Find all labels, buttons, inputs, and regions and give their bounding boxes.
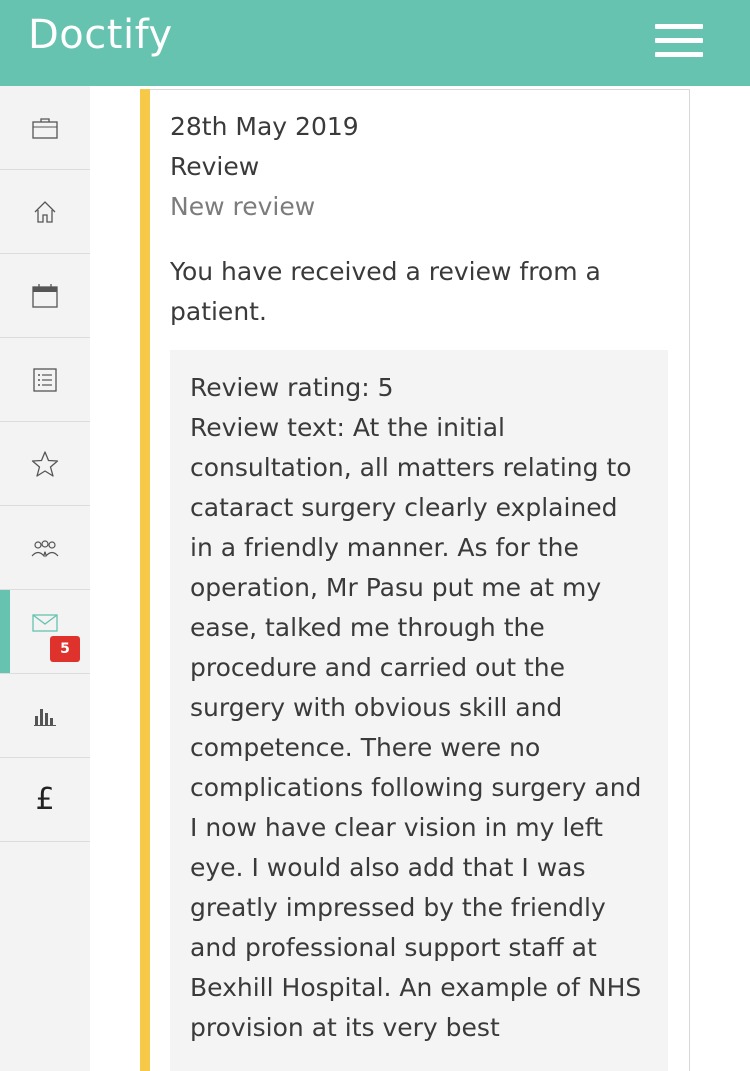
- top-bar: Doctify: [0, 0, 750, 86]
- pound-icon: £: [35, 782, 55, 817]
- sidebar-item-briefcase[interactable]: [0, 86, 90, 170]
- review-text: Review text: At the initial consultation…: [190, 413, 642, 1042]
- review-box: Review rating: 5 Review text: At the ini…: [170, 350, 668, 1071]
- home-icon: [34, 200, 56, 223]
- briefcase-icon: [32, 117, 58, 139]
- people-icon: [31, 539, 59, 557]
- unread-badge: 5: [50, 636, 80, 662]
- sidebar-nav: 5 £: [0, 86, 90, 1071]
- notification-message: You have received a review from a patien…: [170, 257, 601, 326]
- bar-chart-icon: [34, 708, 56, 726]
- sidebar-item-messages[interactable]: 5: [0, 590, 90, 674]
- review-rating: Review rating: 5: [190, 373, 394, 402]
- sidebar-item-reviews[interactable]: [0, 422, 90, 506]
- doctify-logo[interactable]: Doctify: [28, 12, 173, 58]
- sidebar-item-list[interactable]: [0, 338, 90, 422]
- notification-subtype: New review: [170, 192, 316, 221]
- sidebar-item-people[interactable]: [0, 506, 90, 590]
- sidebar-item-home[interactable]: [0, 170, 90, 254]
- sidebar-item-billing[interactable]: £: [0, 758, 90, 842]
- mail-icon: [32, 613, 58, 632]
- notification-date: 28th May 2019: [170, 112, 359, 141]
- card-accent-bar: [140, 89, 150, 1071]
- sidebar-item-analytics[interactable]: [0, 674, 90, 758]
- notification-type: Review: [170, 152, 260, 181]
- star-icon: [31, 450, 59, 477]
- sidebar-item-calendar[interactable]: [0, 254, 90, 338]
- calendar-icon: [32, 283, 58, 308]
- list-icon: [33, 367, 57, 392]
- hamburger-icon[interactable]: [655, 24, 703, 58]
